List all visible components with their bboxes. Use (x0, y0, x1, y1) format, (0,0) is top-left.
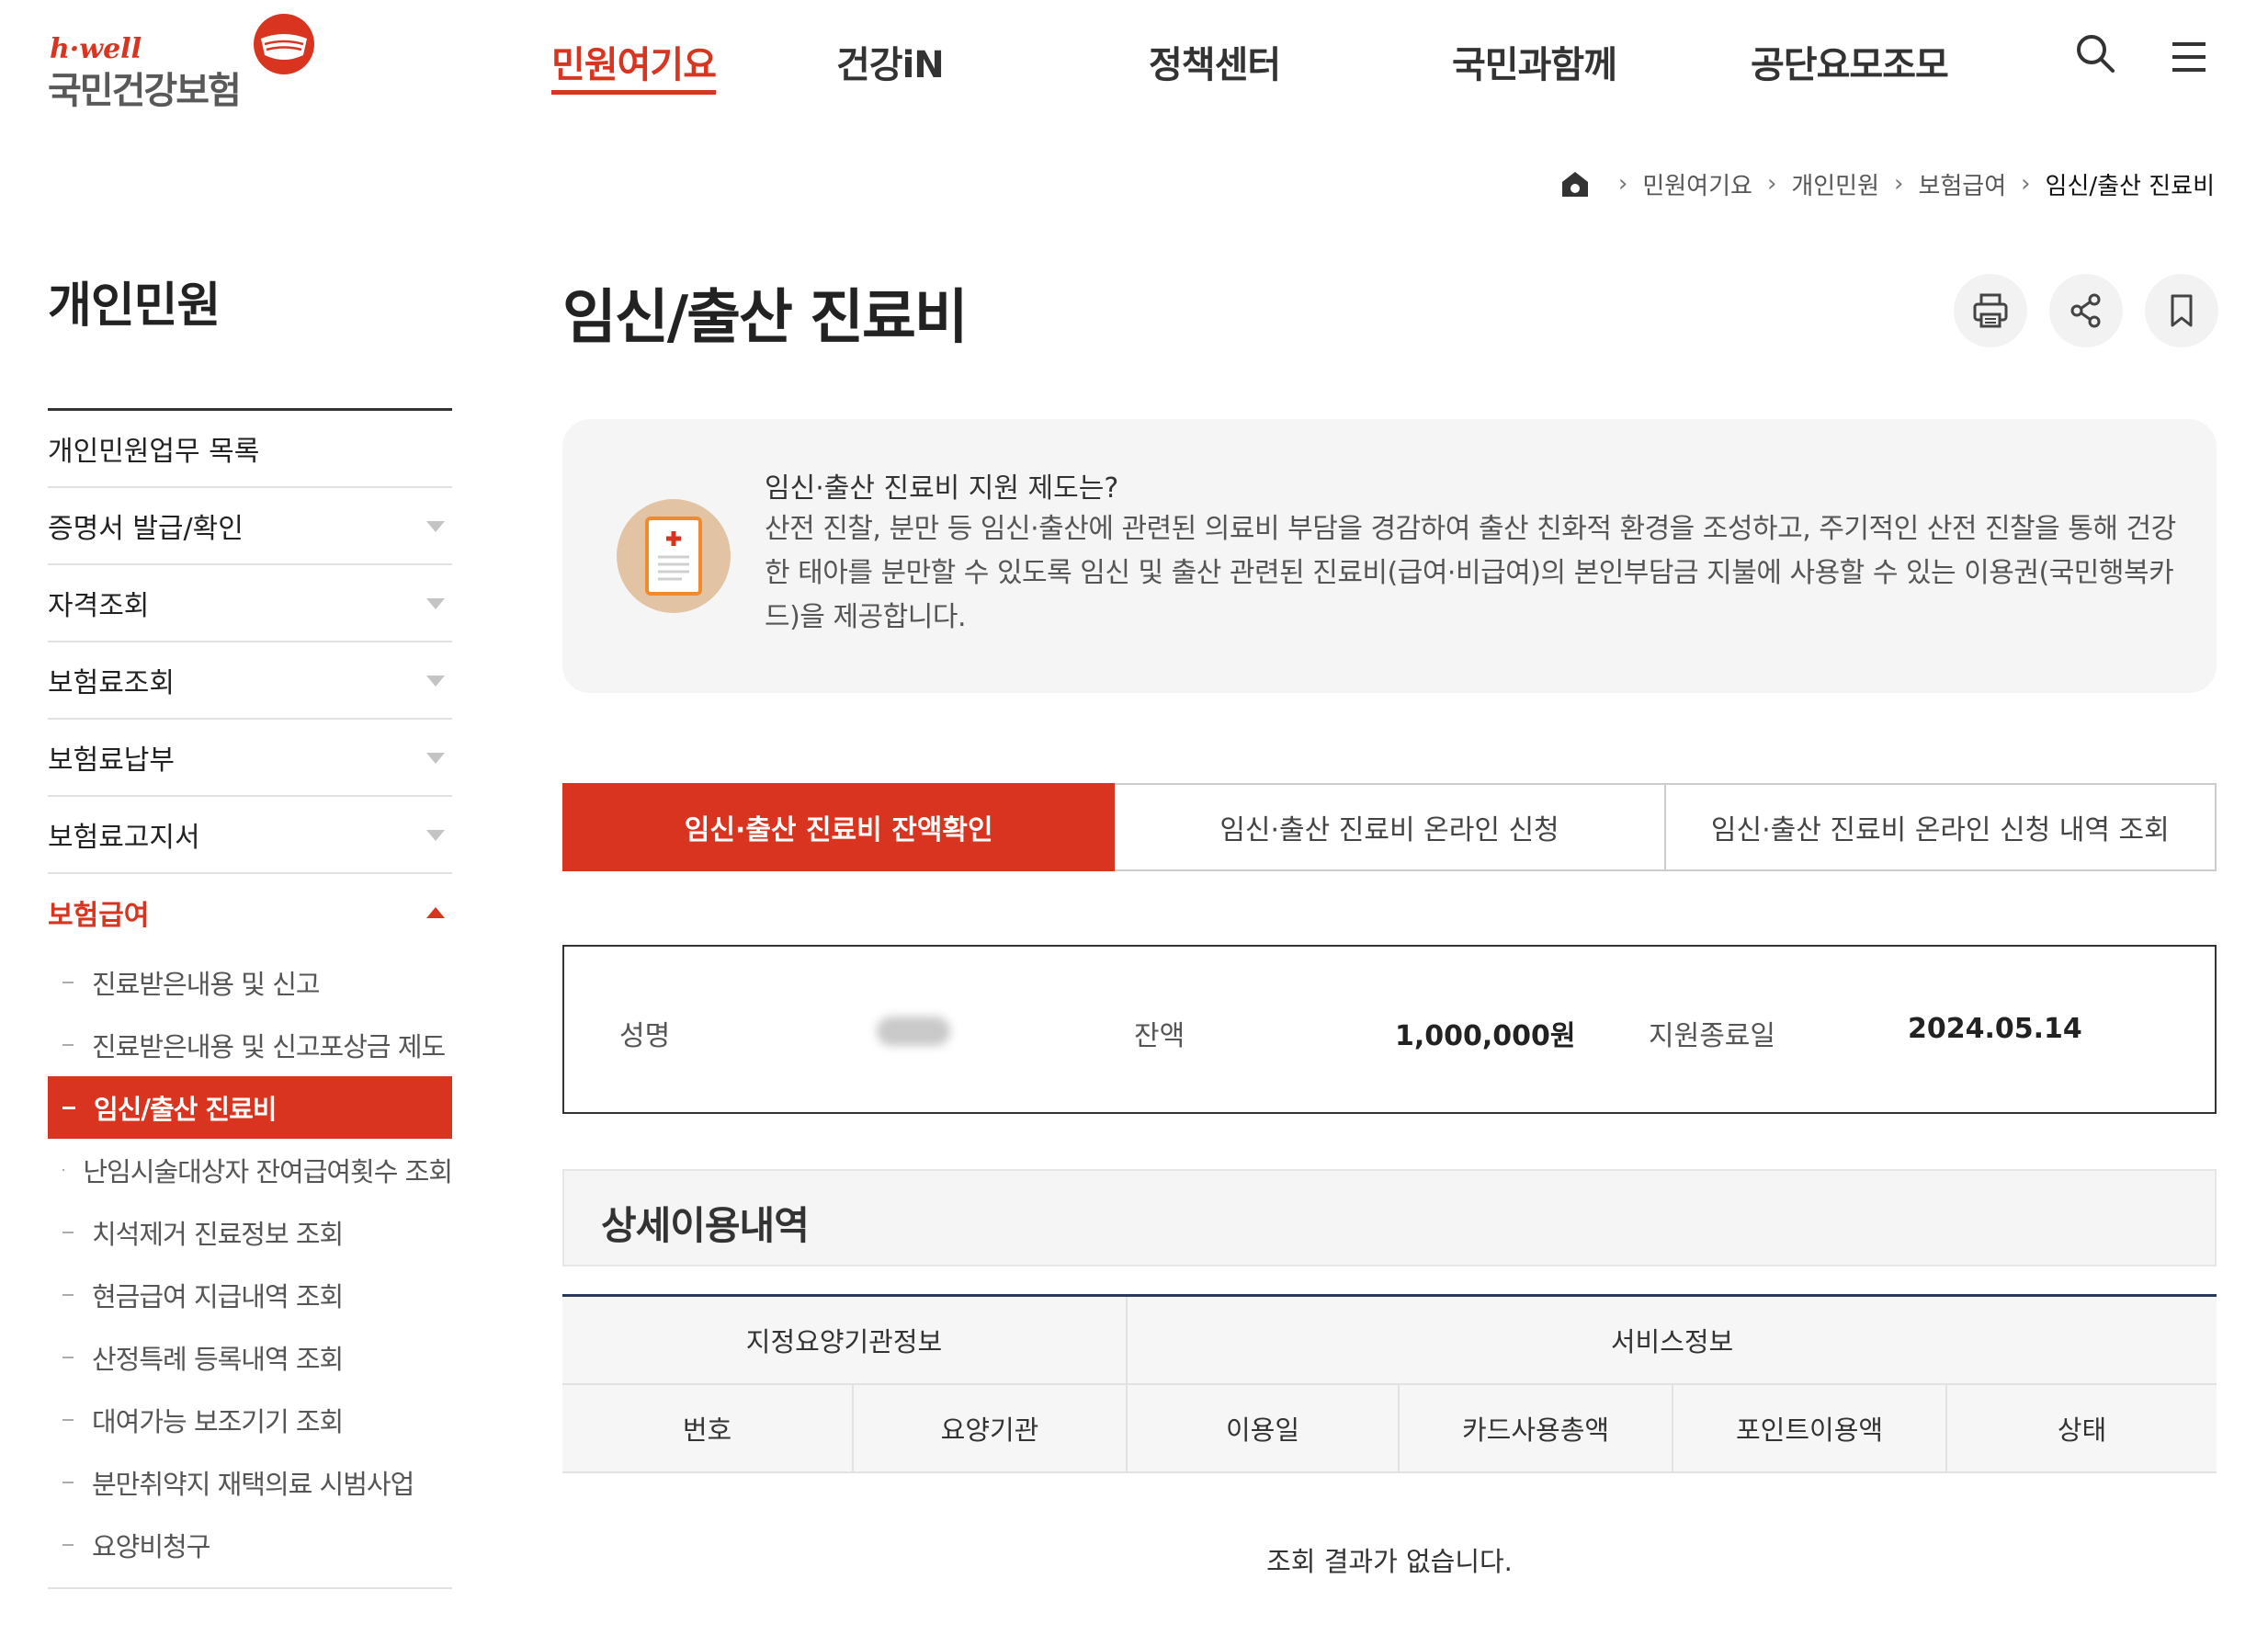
dash-icon (62, 982, 74, 983)
sidebar-item-eligibility[interactable]: 자격조회 (48, 565, 452, 642)
column-header: 카드사용총액 (1398, 1383, 1673, 1473)
breadcrumb-separator-icon: › (1617, 170, 1628, 198)
share-icon (2070, 293, 2101, 328)
nav-item-health-in[interactable]: 건강iN (836, 35, 945, 88)
chevron-down-icon (426, 598, 445, 609)
sidebar-subitem[interactable]: 산정특례 등록내역 조회 (48, 1326, 452, 1389)
logo[interactable]: h·well 국민건강보험 (48, 13, 323, 114)
print-button[interactable] (1954, 274, 2027, 347)
nav-item-with-citizens[interactable]: 국민과함께 (1452, 35, 1617, 88)
dash-icon (62, 1044, 74, 1046)
sidebar-subitem[interactable]: 진료받은내용 및 신고포상금 제도 (48, 1014, 452, 1076)
tab-balance-check[interactable]: 임신·출산 진료비 잔액확인 (562, 783, 1116, 871)
sidebar-menu: 개인민원업무 목록 증명서 발급/확인 자격조회 보험료조회 보험료납부 보험료… (48, 408, 453, 1589)
print-icon (1973, 293, 2008, 328)
detail-section-header: 상세이용내역 (562, 1169, 2217, 1266)
logo-mask-icon (254, 14, 314, 74)
sidebar-item-premium-notice[interactable]: 보험료고지서 (48, 797, 452, 874)
breadcrumb: › 민원여기요 › 개인민원 › 보험급여 › 임신/출산 진료비 (1559, 165, 2215, 202)
dash-icon (62, 1544, 74, 1546)
sidebar-subitem-active[interactable]: 임신/출산 진료비 (48, 1076, 452, 1139)
dash-icon (62, 1232, 74, 1233)
nav-item-policy-center[interactable]: 정책센터 (1149, 35, 1281, 88)
dash-icon (62, 1419, 74, 1421)
tab-application-history[interactable]: 임신·출산 진료비 온라인 신청 내역 조회 (1665, 783, 2217, 871)
chevron-up-icon (426, 907, 445, 918)
intro-description: 산전 진찰, 분만 등 임신·출산에 관련된 의료비 부담을 경감하여 출산 친… (765, 513, 2176, 633)
dash-icon (62, 1357, 74, 1358)
group-header-service: 서비스정보 (1126, 1294, 2217, 1385)
search-icon[interactable] (2073, 31, 2117, 75)
intro-box: 임신·출산 진료비 지원 제도는? 산전 진찰, 분만 등 임신·출산에 관련된… (562, 419, 2217, 693)
name-label: 성명 (619, 1020, 671, 1052)
end-date-value: 2024.05.14 (1908, 1013, 2082, 1045)
column-header: 포인트이용액 (1672, 1383, 1947, 1473)
column-header: 요양기관 (851, 1383, 1128, 1473)
sidebar-item-certificates[interactable]: 증명서 발급/확인 (48, 488, 452, 565)
sidebar-item-task-list[interactable]: 개인민원업무 목록 (48, 411, 452, 488)
group-header-institution: 지정요양기관정보 (562, 1294, 1128, 1385)
breadcrumb-separator-icon: › (1766, 170, 1777, 198)
share-button[interactable] (2049, 274, 2123, 347)
sidebar-item-premium-payment[interactable]: 보험료납부 (48, 720, 452, 797)
breadcrumb-current: 임신/출산 진료비 (2045, 172, 2215, 200)
home-icon[interactable] (1559, 168, 1591, 199)
nav-item-about-nhis[interactable]: 공단요모조모 (1751, 35, 1949, 88)
nav-active-underline (551, 90, 716, 95)
dash-icon (62, 1106, 75, 1109)
bookmark-icon (2171, 294, 2193, 327)
sidebar-subitem[interactable]: 분만취약지 재택의료 시범사업 (48, 1451, 452, 1514)
hamburger-menu-icon[interactable] (2167, 35, 2211, 79)
breadcrumb-link-benefits[interactable]: 보험급여 (1918, 167, 2006, 201)
medical-document-icon (617, 499, 731, 613)
chevron-down-icon (426, 676, 445, 687)
sidebar-subitem[interactable]: 난임시술대상자 잔여급여횟수 조회 (48, 1139, 453, 1201)
nav-item-minwon[interactable]: 민원여기요 (551, 35, 717, 95)
sidebar-item-premium-inquiry[interactable]: 보험료조회 (48, 642, 452, 720)
column-header: 번호 (562, 1383, 853, 1473)
dash-icon (62, 1169, 65, 1171)
section-title: 상세이용내역 (601, 1203, 810, 1248)
dash-icon (62, 1482, 74, 1483)
dash-icon (62, 1294, 74, 1296)
balance-summary: 성명 잔액 1,000,000원 지원종료일 2024.05.14 (562, 945, 2217, 1114)
sidebar-submenu: 진료받은내용 및 신고 진료받은내용 및 신고포상금 제도 임신/출산 진료비 … (48, 951, 453, 1589)
chevron-down-icon (426, 521, 445, 532)
name-value-redacted (877, 1017, 950, 1046)
sidebar-item-insurance-benefits[interactable]: 보험급여 (48, 874, 452, 951)
tab-bar: 임신·출산 진료비 잔액확인 임신·출산 진료비 온라인 신청 임신·출산 진료… (562, 783, 2217, 871)
sidebar-title: 개인민원 (48, 278, 221, 334)
sidebar-subitem[interactable]: 대여가능 보조기기 조회 (48, 1389, 452, 1451)
usage-detail-table: 지정요양기관정보 서비스정보 번호 요양기관 이용일 카드사용총액 포인트이용액… (562, 1294, 2217, 1647)
breadcrumb-separator-icon: › (1894, 170, 1904, 198)
breadcrumb-separator-icon: › (2021, 170, 2031, 198)
sidebar-subitem[interactable]: 현금급여 지급내역 조회 (48, 1264, 452, 1326)
end-date-label: 지원종료일 (1649, 1020, 1775, 1052)
breadcrumb-link-personal[interactable]: 개인민원 (1791, 167, 1879, 201)
tab-online-apply[interactable]: 임신·출산 진료비 온라인 신청 (1115, 783, 1666, 871)
empty-result-message: 조회 결과가 없습니다. (1266, 1546, 1513, 1577)
chevron-down-icon (426, 830, 445, 841)
page-title: 임신/출산 진료비 (562, 284, 969, 352)
bookmark-button[interactable] (2145, 274, 2218, 347)
chevron-down-icon (426, 753, 445, 764)
sidebar-subitem[interactable]: 요양비청구 (48, 1514, 452, 1576)
balance-value: 1,000,000원 (1395, 1020, 1576, 1052)
column-header: 이용일 (1126, 1383, 1400, 1473)
intro-heading: 임신·출산 진료비 지원 제도는? (765, 472, 1119, 505)
logo-name-text: 국민건강보험 (48, 70, 242, 112)
column-header: 상태 (1945, 1383, 2217, 1473)
sidebar-subitem[interactable]: 치석제거 진료정보 조회 (48, 1201, 452, 1264)
sidebar-subitem[interactable]: 진료받은내용 및 신고 (48, 951, 452, 1014)
balance-label: 잔액 (1134, 1020, 1185, 1052)
breadcrumb-link-minwon[interactable]: 민원여기요 (1642, 167, 1752, 201)
